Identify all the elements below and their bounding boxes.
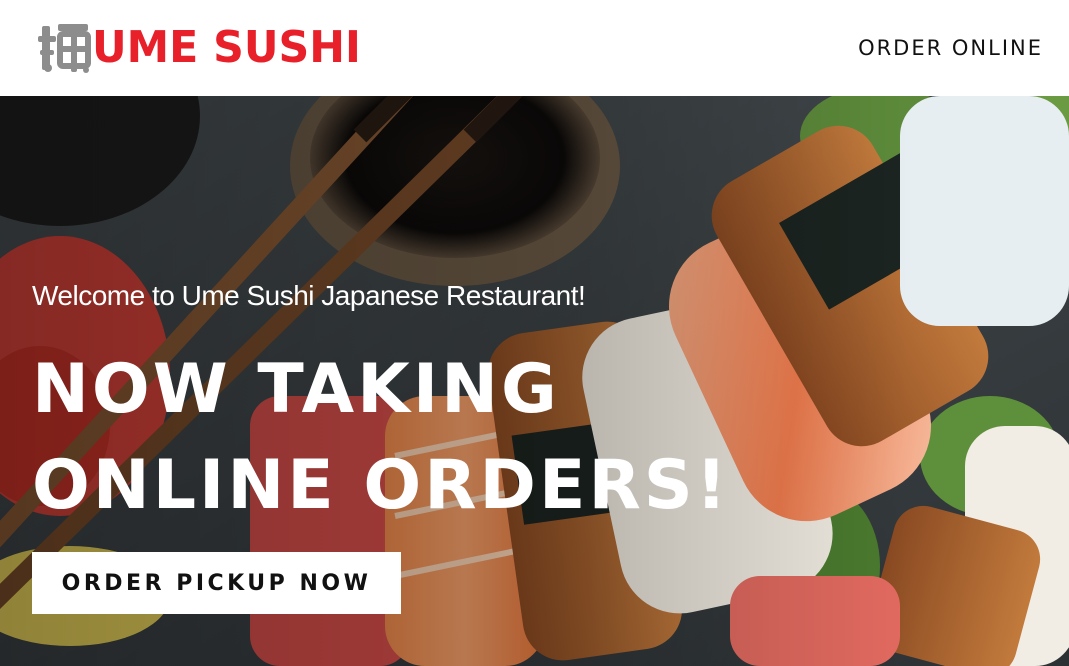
order-pickup-button[interactable]: ORDER PICKUP NOW — [32, 552, 401, 614]
welcome-text: Welcome to Ume Sushi Japanese Restaurant… — [32, 280, 586, 311]
site-header: UME SUSHI ORDER ONLINE — [0, 0, 1069, 96]
site-logo[interactable]: UME SUSHI — [36, 18, 369, 78]
headline-line-2: ONLINE ORDERS! — [32, 446, 730, 525]
headline-line-1: NOW TAKING — [32, 350, 560, 429]
nav-order-online[interactable]: ORDER ONLINE — [858, 36, 1043, 60]
hero-headline: NOW TAKING ONLINE ORDERS! — [32, 342, 730, 534]
ume-kanji-icon — [38, 24, 91, 73]
hero-section: Welcome to Ume Sushi Japanese Restaurant… — [0, 96, 1069, 666]
logo-text: UME SUSHI — [92, 22, 361, 73]
